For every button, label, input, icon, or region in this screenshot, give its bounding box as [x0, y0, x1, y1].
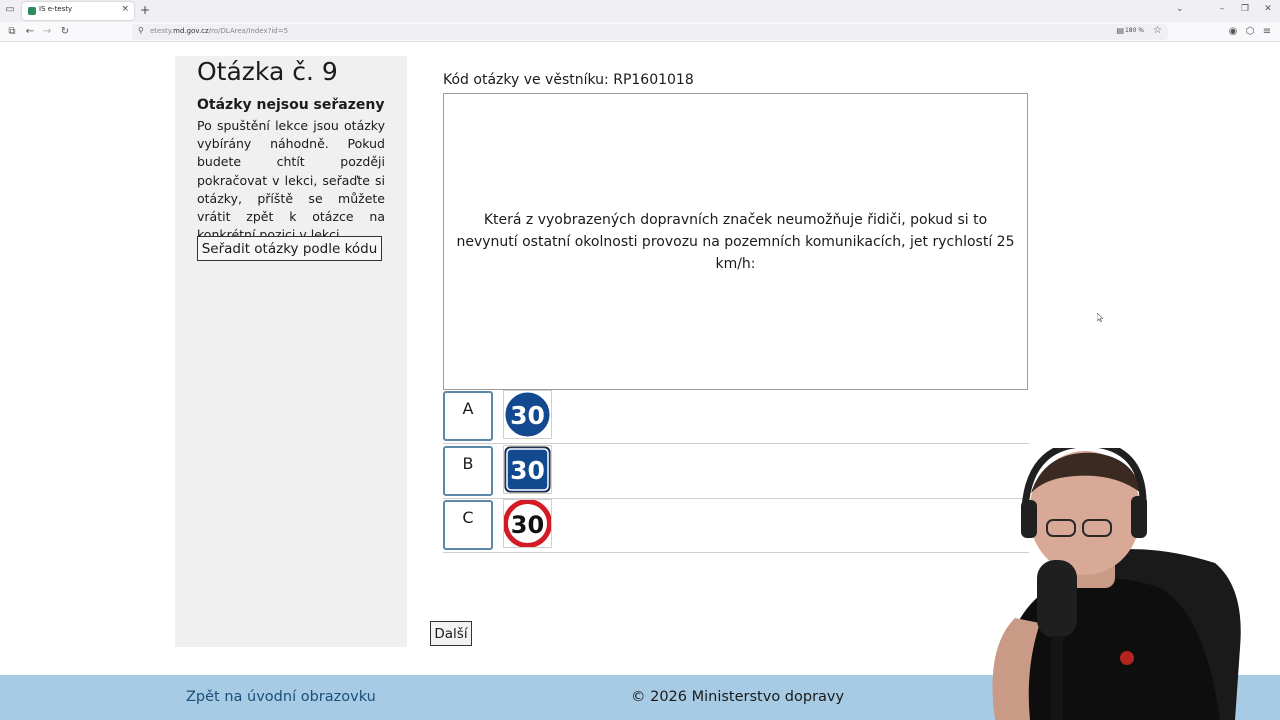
question-box: Která z vyobrazených dopravních značek n… — [443, 93, 1028, 390]
sign-c-number: 30 — [511, 511, 544, 539]
address-bar[interactable]: ⚲ etesty.md.gov.cz/ro/DLArea/Index?id=5 … — [132, 24, 1168, 40]
recommended-speed-sign-icon: 30 — [504, 446, 551, 493]
sign-a-number: 30 — [510, 401, 545, 430]
site-info-icon[interactable]: ⚲ — [138, 26, 144, 35]
answer-option-b[interactable]: B 30 — [443, 445, 1029, 499]
sidebar-toggle-icon[interactable]: ⧉ — [5, 25, 19, 39]
sign-b-number: 30 — [510, 456, 545, 485]
sort-status-heading: Otázky nejsou seřazeny — [197, 97, 385, 113]
browser-tab-bar: ▭ IS e-testy × + ⌄ – ❐ ✕ — [0, 0, 1280, 22]
tab-favicon-icon — [28, 7, 36, 15]
tab-close-icon[interactable]: × — [121, 4, 129, 14]
bookmark-star-icon[interactable]: ☆ — [1153, 25, 1162, 36]
answer-letter-a[interactable]: A — [443, 391, 493, 441]
close-window-icon[interactable]: ✕ — [1258, 4, 1278, 14]
sort-status-description: Po spuštění lekce jsou otázky vybírány n… — [197, 118, 385, 243]
url-text[interactable]: etesty.md.gov.cz/ro/DLArea/Index?id=5 — [150, 27, 288, 35]
answer-letter-c[interactable]: C — [443, 500, 493, 550]
question-code-label: Kód otázky ve věstníku: RP1601018 — [443, 72, 694, 88]
sort-by-code-button[interactable]: Seřadit otázky podle kódu — [197, 236, 382, 261]
back-to-home-link[interactable]: Zpět na úvodní obrazovku — [186, 689, 376, 705]
forward-arrow-icon[interactable]: → — [40, 25, 54, 39]
speed-limit-sign-icon: 30 — [503, 499, 552, 548]
browser-tab-active[interactable]: IS e-testy × — [22, 2, 134, 20]
restore-window-icon[interactable]: ❐ — [1235, 4, 1255, 14]
question-number-title: Otázka č. 9 — [197, 57, 338, 86]
new-tab-button[interactable]: + — [140, 3, 150, 17]
answer-sign-b[interactable]: 30 — [503, 445, 552, 494]
tab-overflow-chevron-icon[interactable]: ⌄ — [1176, 4, 1184, 14]
question-text: Která z vyobrazených dopravních značek n… — [456, 211, 1015, 272]
mouse-cursor-icon — [1097, 313, 1103, 322]
minimize-window-icon[interactable]: – — [1212, 4, 1232, 14]
menu-icon[interactable]: ≡ — [1260, 25, 1274, 39]
answer-letter-b[interactable]: B — [443, 446, 493, 496]
tab-title: IS e-testy — [39, 5, 73, 13]
browser-nav-bar: ⧉ ← → ↻ ⚲ etesty.md.gov.cz/ro/DLArea/Ind… — [0, 22, 1280, 42]
minimum-speed-sign-icon: 30 — [504, 391, 551, 438]
tab-list-icon[interactable]: ▭ — [4, 4, 16, 16]
account-icon[interactable]: ◉ — [1226, 25, 1240, 39]
reader-view-icon[interactable]: ▤ — [1116, 26, 1124, 35]
next-question-button[interactable]: Další — [430, 621, 472, 646]
answer-sign-a[interactable]: 30 — [503, 390, 552, 439]
extensions-icon[interactable]: ⬡ — [1243, 25, 1257, 39]
webcam-overlay — [992, 448, 1241, 720]
answer-option-a[interactable]: A 30 — [443, 390, 1029, 444]
reload-icon[interactable]: ↻ — [58, 25, 72, 39]
zoom-level[interactable]: 180 % — [1125, 27, 1144, 34]
back-arrow-icon[interactable]: ← — [23, 25, 37, 39]
answer-option-c[interactable]: C 30 — [443, 499, 1029, 553]
copyright-text: © 2026 Ministerstvo dopravy — [631, 689, 845, 705]
answer-sign-c[interactable]: 30 — [503, 499, 552, 548]
